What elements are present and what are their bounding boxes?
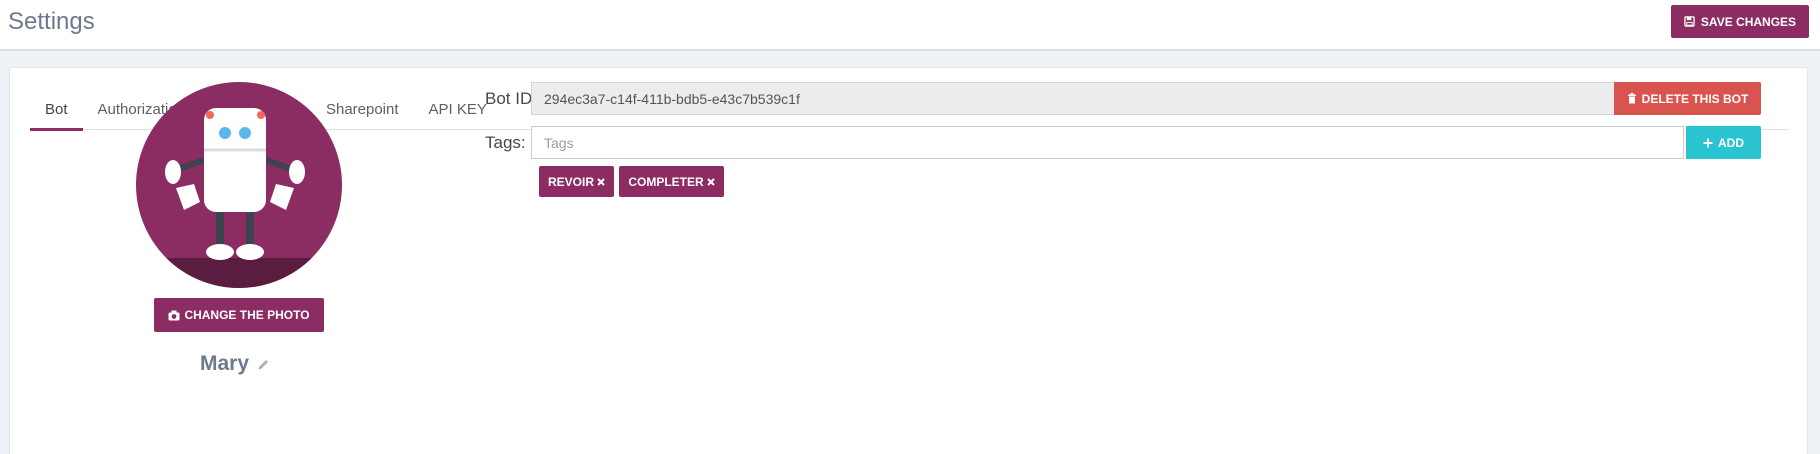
save-changes-label: SAVE CHANGES: [1700, 14, 1797, 29]
tags-input[interactable]: Tags: [531, 126, 1684, 159]
bot-id-field: 294ec3a7-c14f-411b-bdb5-e43c7b539c1f: [531, 82, 1625, 115]
plus-icon: [1703, 138, 1713, 147]
bot-name: Mary: [200, 352, 271, 376]
tag-chip[interactable]: COMPLETER: [619, 166, 724, 197]
tab-sharepoint[interactable]: Sharepoint: [311, 88, 414, 130]
add-tag-label: ADD: [1718, 135, 1744, 150]
bot-id-label: Bot ID:: [485, 89, 537, 108]
camera-icon: [168, 310, 180, 320]
change-photo-button[interactable]: CHANGE THE PHOTO: [154, 298, 324, 332]
add-tag-button[interactable]: ADD: [1686, 126, 1761, 159]
robot-illustration: [136, 108, 342, 288]
pencil-icon[interactable]: [257, 357, 271, 371]
tags-label: Tags:: [485, 133, 526, 152]
change-photo-label: CHANGE THE PHOTO: [184, 308, 310, 322]
page-title: Settings: [8, 8, 95, 35]
close-icon[interactable]: [706, 177, 715, 186]
tag-label: REVOIR: [547, 174, 594, 189]
tag-label: COMPLETER: [628, 174, 704, 189]
tab-bot[interactable]: Bot: [30, 88, 83, 131]
floppy-icon: [1684, 16, 1695, 27]
trash-icon: [1627, 93, 1636, 104]
bot-name-text: Mary: [200, 352, 250, 375]
bot-avatar: [136, 82, 342, 288]
tag-chip[interactable]: REVOIR: [539, 166, 614, 197]
close-icon[interactable]: [597, 177, 605, 186]
top-bar: Settings SAVE CHANGES: [0, 0, 1820, 51]
delete-bot-label: DELETE THIS BOT: [1641, 91, 1749, 106]
delete-bot-button[interactable]: DELETE THIS BOT: [1614, 82, 1761, 115]
save-changes-button[interactable]: SAVE CHANGES: [1671, 5, 1809, 38]
